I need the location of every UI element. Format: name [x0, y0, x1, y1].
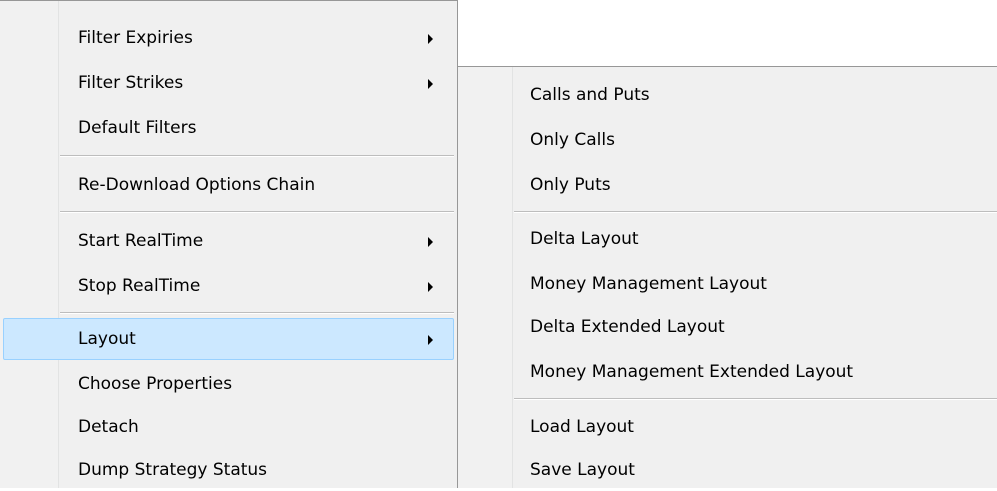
menu-item-label: Delta Extended Layout [530, 317, 725, 337]
menu-item-label: Choose Properties [78, 374, 233, 394]
menu-item-label: Only Puts [530, 175, 611, 195]
menu-item-label: Detach [78, 417, 139, 437]
submenu-arrow-icon [428, 79, 433, 89]
menu-item-dump-strategy-status[interactable]: Dump Strategy Status [3, 449, 454, 491]
menu-item-label: Filter Expiries [78, 28, 193, 48]
menu-item-label: Save Layout [530, 460, 635, 480]
menu-item-label: Re-Download Options Chain [78, 175, 316, 195]
context-menu: Filter Expiries Filter Strikes Default F… [0, 0, 458, 488]
menu-item-label: Default Filters [78, 118, 197, 138]
submenu-arrow-icon [428, 335, 433, 345]
menu-separator [60, 312, 454, 314]
submenu-arrow-icon [428, 34, 433, 44]
submenu-item-only-puts[interactable]: Only Puts [461, 164, 994, 206]
menu-item-label: Money Management Extended Layout [530, 362, 854, 382]
menu-item-label: Dump Strategy Status [78, 460, 268, 480]
menu-item-label: Only Calls [530, 130, 615, 150]
submenu-item-money-management-extended-layout[interactable]: Money Management Extended Layout [461, 351, 994, 393]
menu-item-stop-realtime[interactable]: Stop RealTime [3, 265, 454, 307]
menu-item-start-realtime[interactable]: Start RealTime [3, 220, 454, 262]
submenu-item-load-layout[interactable]: Load Layout [461, 406, 994, 448]
submenu-item-money-management-layout[interactable]: Money Management Layout [461, 263, 994, 305]
menu-item-redownload-options-chain[interactable]: Re-Download Options Chain [3, 164, 454, 206]
menu-item-label: Filter Strikes [78, 73, 184, 93]
submenu-item-save-layout[interactable]: Save Layout [461, 449, 994, 491]
menu-item-layout[interactable]: Layout [3, 318, 454, 360]
menu-separator [60, 211, 454, 213]
menu-item-label: Calls and Puts [530, 85, 650, 105]
submenu-arrow-icon [428, 237, 433, 247]
menu-item-detach[interactable]: Detach [3, 406, 454, 448]
submenu-item-delta-extended-layout[interactable]: Delta Extended Layout [461, 306, 994, 348]
menu-separator [514, 398, 997, 400]
menu-item-filter-expiries[interactable]: Filter Expiries [3, 17, 454, 59]
menu-item-label: Stop RealTime [78, 276, 201, 296]
menu-separator [60, 155, 454, 157]
layout-submenu: Calls and Puts Only Calls Only Puts Delt… [458, 66, 997, 488]
menu-item-label: Layout [78, 329, 136, 349]
submenu-item-only-calls[interactable]: Only Calls [461, 119, 994, 161]
menu-item-label: Load Layout [530, 417, 634, 437]
submenu-item-calls-and-puts[interactable]: Calls and Puts [461, 74, 994, 116]
menu-item-label: Start RealTime [78, 231, 204, 251]
menu-separator [514, 211, 997, 213]
menu-item-default-filters[interactable]: Default Filters [3, 107, 454, 149]
menu-item-label: Money Management Layout [530, 274, 767, 294]
menu-item-filter-strikes[interactable]: Filter Strikes [3, 62, 454, 104]
menu-item-label: Delta Layout [530, 229, 639, 249]
submenu-arrow-icon [428, 282, 433, 292]
menu-item-choose-properties[interactable]: Choose Properties [3, 363, 454, 405]
submenu-item-delta-layout[interactable]: Delta Layout [461, 218, 994, 260]
